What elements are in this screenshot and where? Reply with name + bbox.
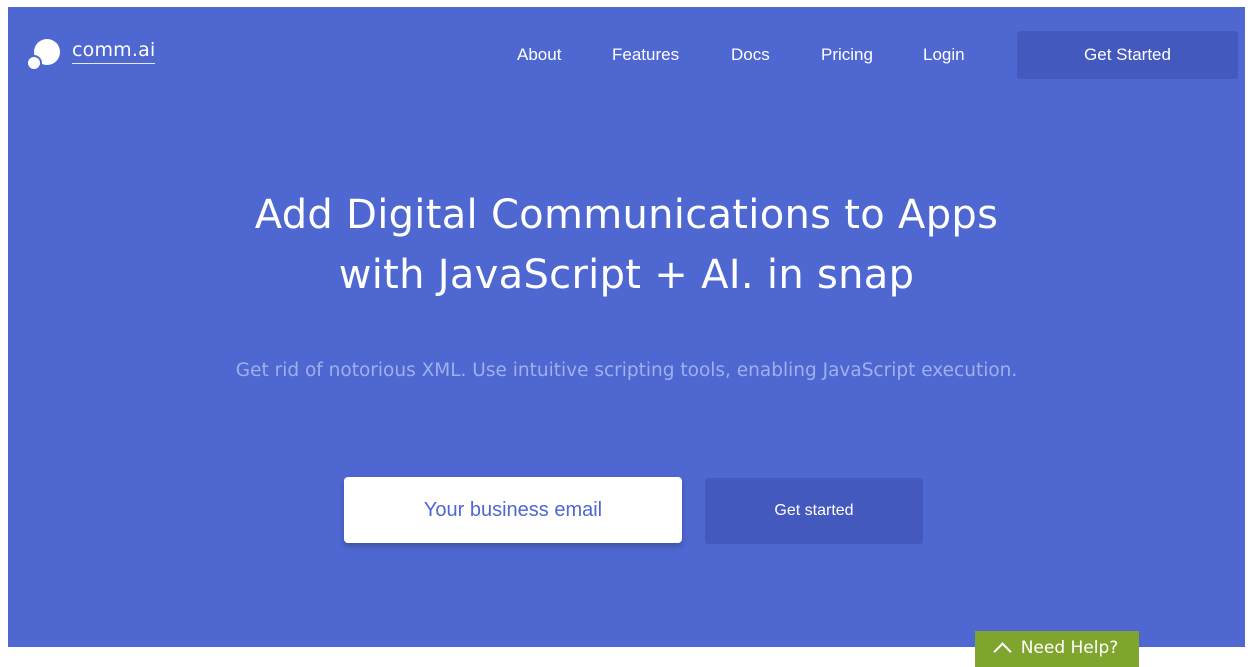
business-email-input[interactable] (344, 477, 682, 543)
brand-name: comm.ai (72, 39, 156, 64)
nav-link-about[interactable]: About (517, 45, 561, 65)
hero-subheadline: Get rid of notorious XML. Use intuitive … (235, 360, 1018, 381)
header-get-started-button[interactable]: Get Started (1017, 31, 1238, 79)
hero-section: comm.ai About Features Docs Pricing Logi… (8, 7, 1245, 647)
chevron-up-icon (992, 642, 1012, 661)
hero-headline-line-1: Add Digital Communications to Apps (254, 192, 999, 238)
nav-link-features[interactable]: Features (612, 45, 679, 65)
nav-link-pricing[interactable]: Pricing (821, 45, 873, 65)
nav-link-docs[interactable]: Docs (731, 45, 770, 65)
email-get-started-button[interactable]: Get started (705, 478, 923, 544)
hero-headline: Add Digital Communications to Apps with … (8, 185, 1245, 305)
need-help-tab[interactable]: Need Help? (975, 631, 1139, 667)
logo-icon (28, 37, 64, 73)
nav-link-login[interactable]: Login (923, 45, 965, 65)
hero-headline-line-2: with JavaScript + AI. in snap (338, 252, 915, 298)
need-help-label: Need Help? (1020, 638, 1119, 658)
brand-logo-link[interactable]: comm.ai (28, 37, 156, 73)
